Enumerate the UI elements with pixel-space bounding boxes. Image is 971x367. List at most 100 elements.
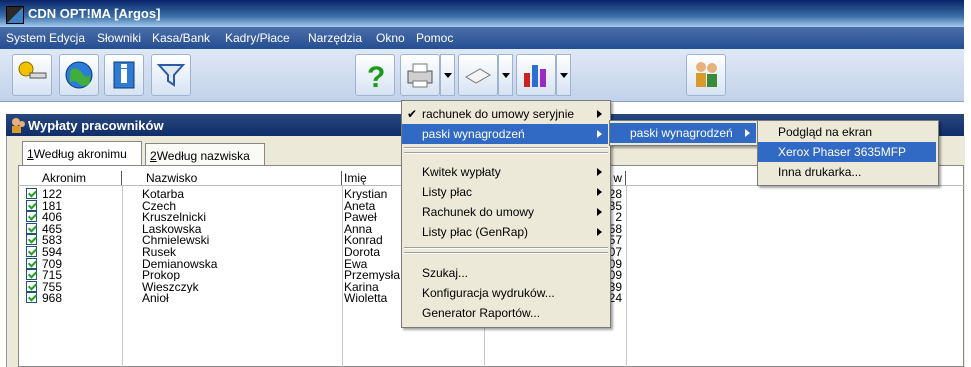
menu-item-label: Xerox Phaser 3635MFP [778, 145, 907, 159]
menu-item-listy-plac-genrap[interactable]: Listy płac (GenRap) [402, 222, 608, 242]
row-checkbox[interactable] [26, 257, 37, 269]
cell-akronim: 594 [42, 246, 63, 258]
submenu-arrow-icon [597, 110, 602, 118]
cell-nazwisko: Chmielewski [142, 234, 210, 247]
print-button[interactable] [400, 54, 440, 96]
cell-imie: Ewa [344, 257, 368, 270]
row-checkbox[interactable] [26, 246, 37, 257]
globe-button[interactable] [59, 54, 99, 96]
menu-item-label: Podgląd na ekran [778, 125, 873, 139]
menu-bar: System Edycja Słowniki Kasa/Bank Kadry/P… [0, 27, 964, 49]
tab-by-surname[interactable]: 2Według nazwiska [145, 143, 265, 165]
submenu-arrow-icon [597, 228, 602, 236]
menu-separator [404, 152, 608, 154]
globe-icon [65, 61, 93, 89]
print-dropdown-arrow[interactable] [440, 54, 455, 96]
menu-okno[interactable]: Okno [376, 31, 405, 45]
menu-item-rachunek-seryjnie[interactable]: ✔ rachunek do umowy seryjnie [402, 104, 608, 124]
menu-item-generator-raportow[interactable]: Generator Raportów... [402, 303, 608, 323]
menu-kasa-bank[interactable]: Kasa/Bank [152, 31, 210, 45]
cell-imie: Karina [344, 280, 379, 293]
info-icon [113, 61, 135, 89]
menu-pomoc[interactable]: Pomoc [416, 31, 453, 45]
output-submenu: Podgląd na ekran Xerox Phaser 3635MFP In… [757, 120, 939, 186]
menu-item-label: Kwitek wypłaty [422, 165, 501, 179]
cell-nazwisko: Czech [142, 199, 177, 212]
menu-item-listy-plac[interactable]: Listy płac [402, 182, 608, 202]
paper-button[interactable] [458, 54, 498, 96]
menu-item-paski-wynagrodzen-sub[interactable]: paski wynagrodzeń [610, 123, 756, 143]
chart-dropdown-arrow[interactable] [556, 54, 571, 96]
row-checkbox[interactable] [26, 234, 37, 246]
tab-number: 1 [27, 147, 34, 161]
row-checkbox[interactable] [26, 292, 37, 304]
people-button[interactable] [686, 54, 726, 96]
menu-item-label: Szukaj... [422, 266, 469, 280]
title-bar: CDN OPT!MA [Argos] [0, 0, 964, 27]
menu-item-podglad-na-ekran[interactable]: Podgląd na ekran [758, 122, 936, 142]
cell-nazwisko: Demianowska [142, 257, 218, 270]
menu-item-rachunek-do-umowy[interactable]: Rachunek do umowy [402, 202, 608, 222]
menu-item-xerox-printer[interactable]: Xerox Phaser 3635MFP [758, 142, 936, 162]
cell-akronim: 465 [42, 222, 63, 235]
menu-kadry-place[interactable]: Kadry/Płace [225, 31, 290, 45]
chart-button[interactable] [516, 54, 556, 96]
filter-button[interactable] [151, 54, 191, 96]
tab-by-acronym[interactable]: 1Według akronimu [22, 141, 142, 165]
payroll-icon [12, 118, 25, 133]
cell-akronim: 122 [42, 188, 63, 200]
row-checkbox[interactable] [26, 188, 37, 199]
menu-item-label: paski wynagrodzeń [422, 127, 525, 141]
paper-icon [465, 68, 491, 84]
menu-item-kwitek-wyplaty[interactable]: Kwitek wypłaty [402, 162, 608, 182]
menu-item-szukaj[interactable]: Szukaj... [402, 263, 608, 283]
menu-item-label: paski wynagrodzeń [630, 126, 733, 140]
submenu-arrow-icon [597, 208, 602, 216]
cell-imie: Anna [344, 222, 373, 235]
cell-akronim: 755 [42, 280, 63, 293]
window-title: CDN OPT!MA [Argos] [28, 6, 161, 21]
menu-item-label: Listy płac [422, 185, 473, 199]
menu-item-paski-wynagrodzen[interactable]: paski wynagrodzeń [402, 124, 608, 144]
keys-button[interactable] [12, 54, 52, 96]
column-header-akronim[interactable]: Akronim [22, 171, 122, 185]
submenu-arrow-icon [745, 129, 750, 137]
paper-dropdown-arrow[interactable] [498, 54, 513, 96]
menu-system[interactable]: System [6, 31, 46, 45]
menu-edycja[interactable]: Edycja [49, 31, 85, 45]
row-checkbox[interactable] [26, 280, 37, 292]
toolbar: ? [0, 49, 964, 102]
cell-nazwisko: Kotarba [142, 188, 185, 200]
people-icon [696, 62, 717, 87]
cell-imie: Paweł [344, 211, 377, 224]
cell-nazwisko: Rusek [142, 246, 177, 258]
print-context-menu: ✔ rachunek do umowy seryjnie paski wynag… [401, 100, 611, 328]
cell-nazwisko: Wieszczyk [142, 280, 199, 293]
menu-item-label: rachunek do umowy seryjnie [422, 107, 575, 121]
menu-narzedzia[interactable]: Narzędzia [308, 31, 362, 45]
info-button[interactable] [104, 54, 144, 96]
menu-item-konfiguracja-wydrukow[interactable]: Konfiguracja wydruków... [402, 283, 608, 303]
menu-item-label: Generator Raportów... [422, 306, 541, 320]
row-checkbox[interactable] [26, 199, 37, 211]
app-icon [6, 6, 24, 24]
menu-item-label: Listy płac (GenRap) [422, 225, 529, 239]
row-checkbox[interactable] [26, 269, 37, 281]
row-checkbox[interactable] [26, 222, 37, 234]
cell-imie: Krystian [344, 188, 388, 200]
submenu-arrow-icon [597, 188, 602, 196]
help-button[interactable]: ? [355, 54, 395, 96]
menu-item-inna-drukarka[interactable]: Inna drukarka... [758, 162, 936, 182]
printer-icon [407, 63, 433, 88]
submenu-arrow-icon [597, 168, 602, 176]
cell-nazwisko: Anioł [142, 292, 169, 305]
menu-item-label: Inna drukarka... [778, 165, 862, 179]
cell-imie: Przemysła [344, 269, 400, 282]
cell-imie: Dorota [344, 246, 381, 258]
panel-title: Wypłaty pracowników [28, 118, 164, 133]
row-checkbox[interactable] [26, 211, 37, 223]
submenu-arrow-icon [597, 130, 602, 138]
menu-slowniki[interactable]: Słowniki [97, 31, 141, 45]
funnel-icon [156, 64, 186, 87]
column-header-nazwisko[interactable]: Nazwisko [122, 171, 342, 185]
